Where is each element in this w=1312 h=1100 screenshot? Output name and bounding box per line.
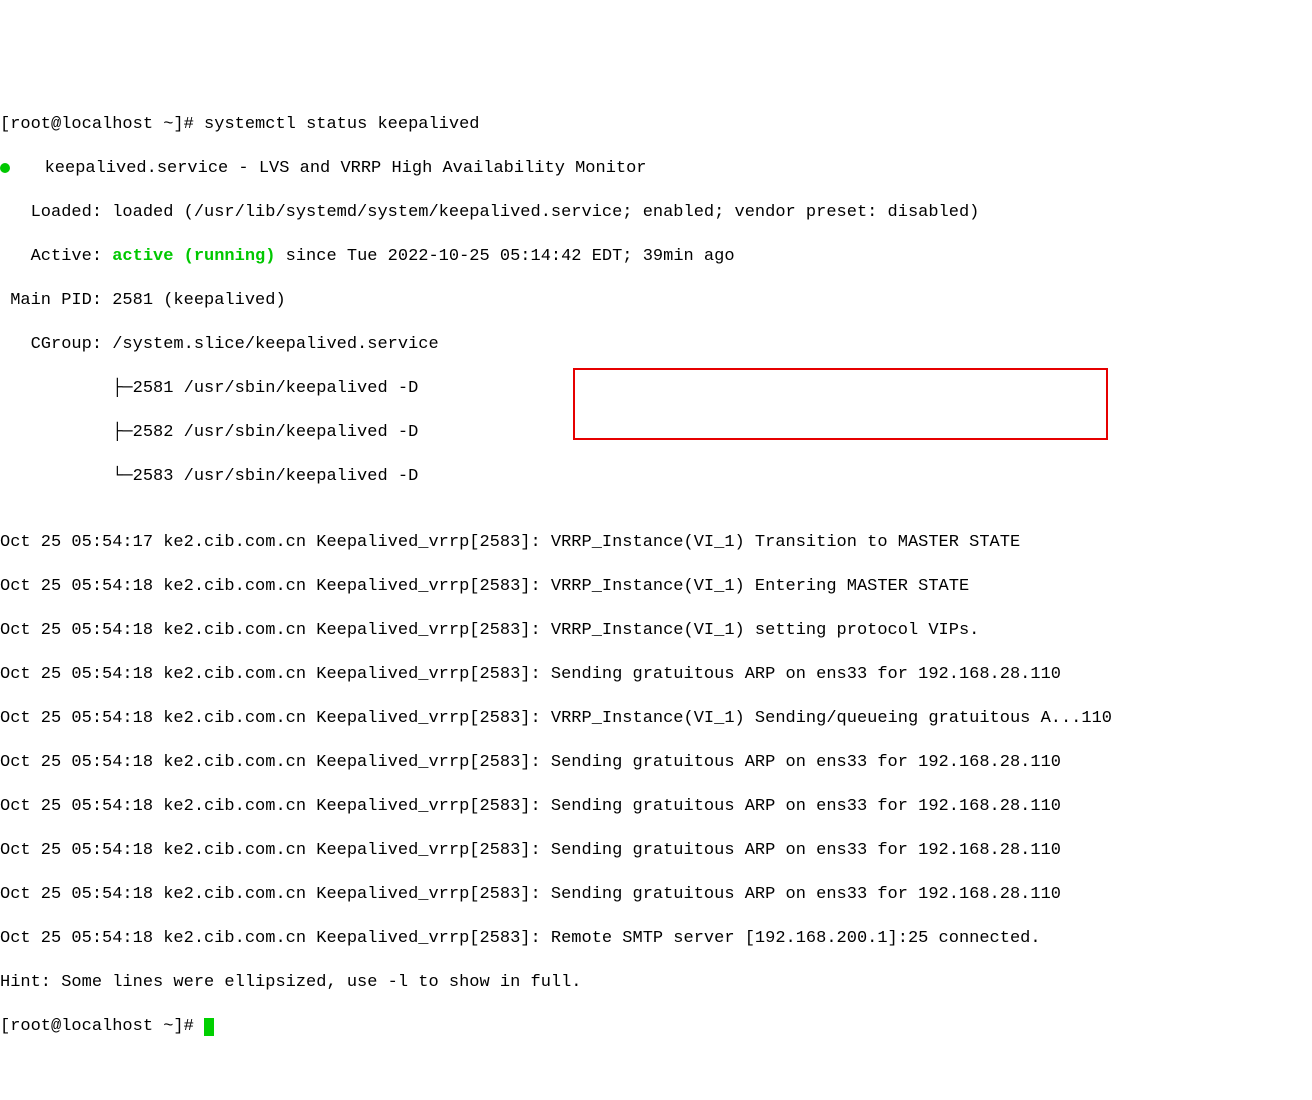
typed-command[interactable]: systemctl status keepalived — [204, 115, 479, 134]
command-line: [root@localhost ~]# systemctl status kee… — [0, 114, 1312, 136]
log-line-2: Oct 25 05:54:18 ke2.cib.com.cn Keepalive… — [0, 576, 1312, 598]
hint-line: Hint: Some lines were ellipsized, use -l… — [0, 972, 1312, 994]
service-header: keepalived.service - LVS and VRRP High A… — [0, 158, 1312, 180]
loaded-line: Loaded: loaded (/usr/lib/systemd/system/… — [0, 202, 1312, 224]
log-line-1: Oct 25 05:54:17 ke2.cib.com.cn Keepalive… — [0, 532, 1312, 554]
process-1: ├─2581 /usr/sbin/keepalived -D — [0, 378, 1312, 400]
service-description: LVS and VRRP High Availability Monitor — [259, 159, 647, 178]
cgroup-line: CGroup: /system.slice/keepalived.service — [0, 334, 1312, 356]
active-label: Active: — [0, 247, 112, 266]
shell-prompt: [root@localhost ~]# — [0, 115, 204, 134]
log-line-3: Oct 25 05:54:18 ke2.cib.com.cn Keepalive… — [0, 620, 1312, 642]
main-pid-line: Main PID: 2581 (keepalived) — [0, 290, 1312, 312]
process-3: └─2583 /usr/sbin/keepalived -D — [0, 466, 1312, 488]
log-line-9: Oct 25 05:54:18 ke2.cib.com.cn Keepalive… — [0, 884, 1312, 906]
status-dot-icon — [0, 163, 10, 173]
active-state: active (running) — [112, 247, 275, 266]
final-prompt-line[interactable]: [root@localhost ~]# — [0, 1016, 1312, 1038]
log-line-6: Oct 25 05:54:18 ke2.cib.com.cn Keepalive… — [0, 752, 1312, 774]
log-line-7: Oct 25 05:54:18 ke2.cib.com.cn Keepalive… — [0, 796, 1312, 818]
terminal-output: [root@localhost ~]# systemctl status kee… — [0, 92, 1312, 1100]
active-since: since Tue 2022-10-25 05:14:42 EDT; 39min… — [275, 247, 734, 266]
log-line-8: Oct 25 05:54:18 ke2.cib.com.cn Keepalive… — [0, 840, 1312, 862]
service-name: keepalived.service - — [14, 159, 259, 178]
process-2: ├─2582 /usr/sbin/keepalived -D — [0, 422, 1312, 444]
active-line: Active: active (running) since Tue 2022-… — [0, 246, 1312, 268]
cursor-icon — [204, 1018, 214, 1036]
log-line-10: Oct 25 05:54:18 ke2.cib.com.cn Keepalive… — [0, 928, 1312, 950]
log-line-5: Oct 25 05:54:18 ke2.cib.com.cn Keepalive… — [0, 708, 1312, 730]
log-line-4: Oct 25 05:54:18 ke2.cib.com.cn Keepalive… — [0, 664, 1312, 686]
shell-prompt: [root@localhost ~]# — [0, 1017, 204, 1036]
